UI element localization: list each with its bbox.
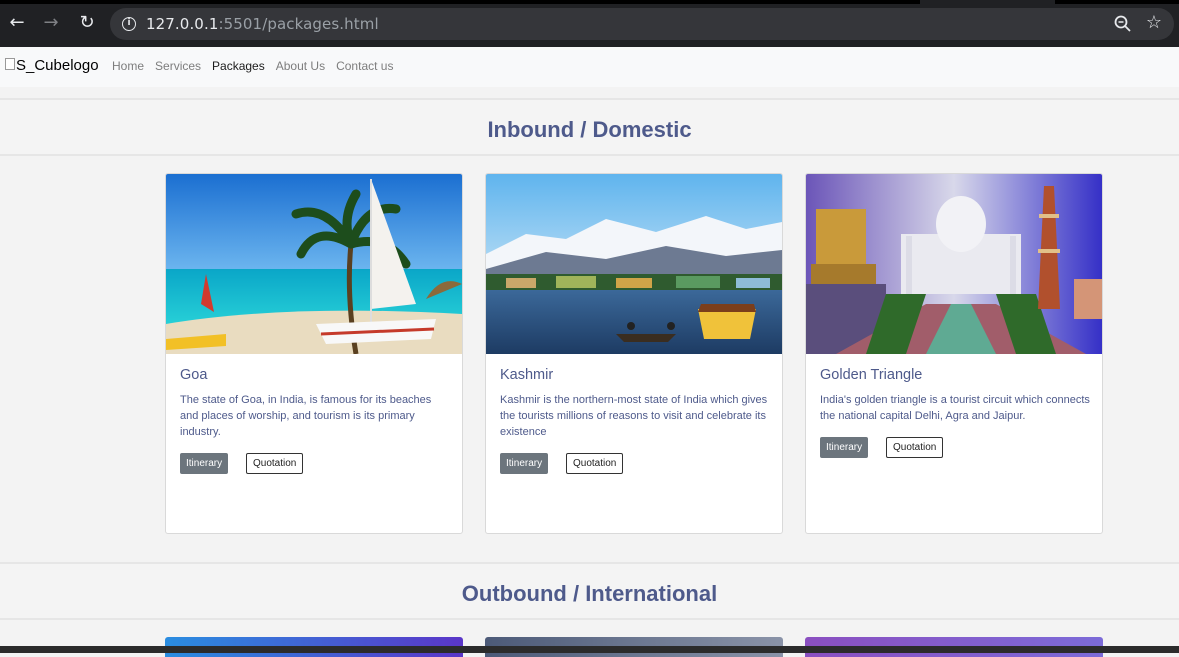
bookmark-star-icon[interactable]: ☆ <box>1144 12 1164 33</box>
tab-strip-gap <box>920 0 1055 4</box>
url-host: 127.0.0.1 <box>146 15 219 33</box>
brand-logo-alt-text: S_Cubelogo <box>16 57 99 74</box>
quotation-button-goa[interactable]: Quotation <box>246 453 304 474</box>
section-title-domestic: Inbound / Domestic <box>487 117 692 142</box>
zoom-icon[interactable] <box>1113 14 1133 34</box>
address-url[interactable]: 127.0.0.1:5501/packages.html <box>146 15 379 33</box>
itinerary-button-goa[interactable]: Itinerary <box>180 453 229 474</box>
package-card-kashmir: Kashmir Kashmir is the northern-most sta… <box>485 173 783 534</box>
window-bottom-edge <box>0 646 1179 653</box>
nav-link-contact-us[interactable]: Contact us <box>336 59 393 73</box>
goa-beach-image <box>166 174 462 354</box>
nav-link-home[interactable]: Home <box>112 59 144 73</box>
nav-link-about-us[interactable]: About Us <box>276 59 325 73</box>
tab-strip <box>0 0 1179 4</box>
reload-icon[interactable]: ↻ <box>76 12 98 34</box>
package-card-golden-triangle: Golden Triangle India's golden triangle … <box>805 173 1103 534</box>
nav-link-services[interactable]: Services <box>155 59 201 73</box>
card-title-goa: Goa <box>180 367 208 383</box>
package-card-goa: Goa The state of Goa, in India, is famou… <box>165 173 463 534</box>
card-description-goa: The state of Goa, in India, is famous fo… <box>180 394 432 438</box>
site-navbar: S_Cubelogo Home Services Packages About … <box>0 47 1179 87</box>
card-title-golden-triangle: Golden Triangle <box>820 367 923 383</box>
nav-link-packages[interactable]: Packages <box>212 59 265 73</box>
section-title-international: Outbound / International <box>461 581 718 606</box>
brand-logo[interactable]: S_Cubelogo <box>5 57 99 74</box>
card-description-golden-triangle: India's golden triangle is a tourist cir… <box>820 394 1090 422</box>
itinerary-button-kashmir[interactable]: Itinerary <box>500 453 549 474</box>
address-bar[interactable]: i 127.0.0.1:5501/packages.html ☆ <box>110 8 1174 40</box>
url-path: :5501/packages.html <box>218 15 379 33</box>
card-description-kashmir: Kashmir is the northern-most state of In… <box>500 394 768 438</box>
quotation-button-golden-triangle[interactable]: Quotation <box>886 437 944 458</box>
itinerary-button-golden-triangle[interactable]: Itinerary <box>820 437 869 458</box>
card-title-kashmir: Kashmir <box>500 367 554 383</box>
site-info-icon[interactable]: i <box>122 17 136 31</box>
browser-toolbar: ← → ↻ i 127.0.0.1:5501/packages.html ☆ <box>0 0 1179 47</box>
back-arrow-icon[interactable]: ← <box>6 12 28 34</box>
broken-image-icon <box>5 57 15 70</box>
quotation-button-kashmir[interactable]: Quotation <box>566 453 624 474</box>
nav-links: Home Services Packages About Us Contact … <box>112 59 404 73</box>
golden-triangle-image <box>806 174 1102 354</box>
kashmir-lake-image <box>486 174 782 354</box>
forward-arrow-icon[interactable]: → <box>40 12 62 34</box>
